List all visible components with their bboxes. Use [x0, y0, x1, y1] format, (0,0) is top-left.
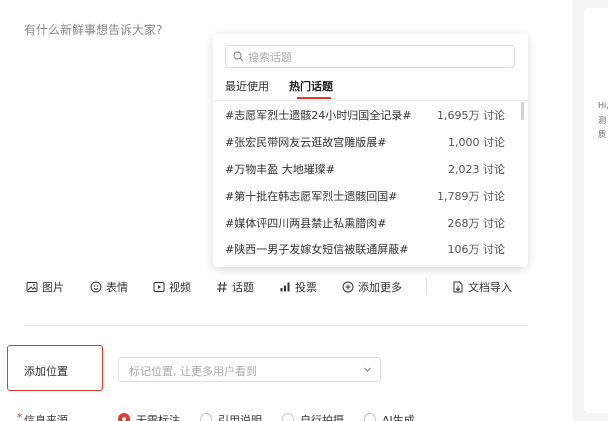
toolbar-add-more-button[interactable]: 添加更多	[342, 279, 402, 295]
source-option-label-2: 引用说明	[218, 414, 262, 421]
source-option-radio-3[interactable]	[282, 413, 294, 421]
right-panel-text-2: 测	[598, 116, 606, 125]
toolbar-document-import-label: 文档导入	[468, 281, 512, 294]
source-option-label-4: AI生成	[382, 414, 415, 421]
toolbar-video-button[interactable]: 视频	[153, 279, 191, 295]
right-sidebar-card	[584, 8, 608, 413]
source-label: 信息来源	[24, 414, 68, 421]
location-select-placeholder: 标记位置, 让更多用户看到	[129, 365, 257, 378]
chevron-down-icon	[364, 367, 371, 372]
emoji-icon	[90, 281, 102, 293]
plus-circle-icon	[342, 281, 354, 293]
image-icon	[26, 282, 38, 292]
toolbar-emoji-label: 表情	[106, 281, 128, 294]
required-mark: *	[17, 411, 23, 421]
toolbar-image-button[interactable]: 图片	[26, 279, 64, 295]
source-option-radio-2[interactable]	[200, 413, 212, 421]
topic-name: #陕西一男子发嫁女短信被联通屏蔽#	[225, 243, 409, 256]
tab-hot-topics[interactable]: 热门话题	[289, 78, 333, 94]
topic-count: 1,789万 讨论	[437, 190, 505, 203]
video-icon	[153, 282, 165, 292]
toolbar-poll-button[interactable]: 投票	[279, 279, 317, 295]
topic-item[interactable]: #张宏民带网友云逛故宫雕版展# 1,000 讨论	[225, 134, 505, 152]
source-option-label-3: 自行拍摄	[300, 414, 344, 421]
topic-count: 1,695万 讨论	[437, 109, 505, 122]
toolbar-divider	[426, 278, 427, 294]
toolbar-video-label: 视频	[169, 281, 191, 294]
tab-recent[interactable]: 最近使用	[225, 78, 269, 94]
topic-name: #万物丰盈 大地璀璨#	[225, 163, 335, 176]
topic-item[interactable]: #第十批在韩志愿军烈士遗骸回国# 1,789万 讨论	[225, 188, 505, 206]
right-panel-text-1: Hi,	[598, 101, 608, 110]
topic-name: #志愿军烈士遗骸24小时归国全记录#	[225, 109, 412, 122]
source-option-radio-4[interactable]	[364, 413, 376, 421]
topic-item[interactable]: #陕西一男子发嫁女短信被联通屏蔽# 106万 讨论	[225, 241, 505, 259]
topic-count: 268万 讨论	[447, 217, 506, 230]
topic-name: #张宏民带网友云逛故宫雕版展#	[225, 136, 387, 149]
topic-item[interactable]: #万物丰盈 大地璀璨# 2,023 讨论	[225, 161, 505, 179]
location-select[interactable]: 标记位置, 让更多用户看到	[118, 357, 381, 382]
topic-item[interactable]: #志愿军烈士遗骸24小时归国全记录# 1,695万 讨论	[225, 107, 505, 125]
topic-count: 1,000 讨论	[448, 136, 505, 149]
toolbar-topic-label: 话题	[232, 281, 254, 294]
location-label: 添加位置	[24, 365, 68, 378]
topic-item[interactable]: #媒体评四川两县禁止私熏腊肉# 268万 讨论	[225, 215, 505, 233]
topic-list-scrollbar[interactable]	[521, 102, 524, 120]
source-option-label-1: 无需标注	[136, 414, 180, 421]
tabs-divider	[213, 100, 528, 101]
active-tab-underline	[297, 97, 331, 99]
topic-search-box[interactable]	[225, 45, 515, 68]
topic-name: #媒体评四川两县禁止私熏腊肉#	[225, 217, 387, 230]
topic-popup: 最近使用 热门话题 #志愿军烈士遗骸24小时归国全记录# 1,695万 讨论 #…	[213, 34, 528, 267]
toolbar-topic-button[interactable]: 话题	[216, 279, 254, 295]
section-divider	[24, 325, 527, 326]
document-import-icon	[453, 281, 463, 293]
toolbar-poll-label: 投票	[295, 281, 317, 294]
composer-placeholder[interactable]: 有什么新鲜事想告诉大家?	[24, 21, 162, 38]
poll-icon	[280, 282, 290, 292]
source-row: * 信息来源 无需标注 引用说明 自行拍摄 AI生成	[0, 411, 570, 421]
topic-name: #第十批在韩志愿军烈士遗骸回国#	[225, 190, 398, 203]
topic-search-input[interactable]	[248, 49, 503, 65]
search-icon	[233, 51, 244, 62]
source-option-radio-1[interactable]	[118, 413, 130, 421]
toolbar-add-more-label: 添加更多	[358, 281, 402, 294]
hashtag-icon	[217, 281, 227, 293]
topic-count: 106万 讨论	[447, 243, 506, 256]
toolbar-emoji-button[interactable]: 表情	[90, 279, 128, 295]
toolbar-document-import-button[interactable]: 文档导入	[452, 279, 512, 295]
topic-count: 2,023 讨论	[448, 163, 505, 176]
toolbar-image-label: 图片	[42, 281, 64, 294]
right-panel-text-3: 质	[598, 130, 606, 139]
